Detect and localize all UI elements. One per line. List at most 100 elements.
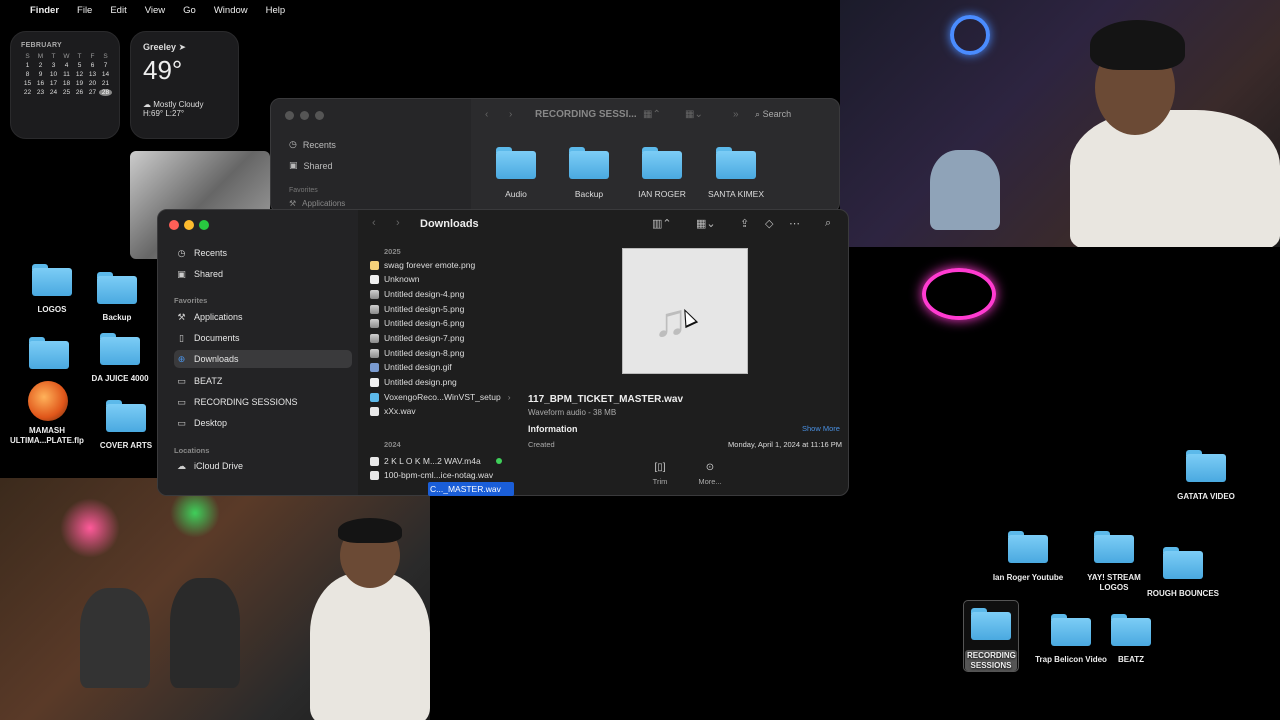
file-row[interactable]: Untitled design.png	[370, 375, 520, 389]
sidebar-item-applications[interactable]: ⚒ Applications	[174, 308, 352, 326]
file-row[interactable]: xXx.wav	[370, 404, 520, 418]
sidebar-item-beatz[interactable]: ▭ BEATZ	[174, 372, 352, 390]
desktop-folder-gatata[interactable]	[1186, 450, 1226, 482]
fl-studio-project-icon[interactable]	[28, 381, 68, 421]
sidebar-item-shared[interactable]: ▣ Shared	[174, 265, 352, 283]
forward-icon[interactable]: ›	[396, 217, 400, 229]
clock-icon: ◷	[177, 247, 186, 258]
desktop-folder-logos[interactable]	[32, 264, 72, 296]
desktop-folder-recording-sessions[interactable]	[971, 608, 1011, 640]
zoom-button[interactable]	[199, 220, 209, 230]
desktop-folder-ian-roger-youtube[interactable]	[1008, 531, 1048, 563]
menu-file[interactable]: File	[77, 5, 92, 16]
file-row[interactable]: 100-bpm-cml...ice-notag.wav	[370, 468, 520, 482]
bg-back-icon[interactable]: ‹	[485, 109, 488, 120]
folder-audio-icon[interactable]	[496, 147, 536, 179]
menu-view[interactable]: View	[145, 5, 165, 16]
bg-zoom-button[interactable]	[315, 111, 324, 120]
sidebar-locations-heading: Locations	[174, 446, 210, 455]
calendar-day: 22	[23, 89, 32, 96]
bg-sidebar-shared[interactable]: ▣ Shared	[289, 160, 333, 171]
bg-sidebar-recents[interactable]: ◷ Recents	[289, 139, 336, 150]
bg-group-icon[interactable]: ▦⌄	[685, 109, 703, 120]
desktop-label-cover-arts: COVER ARTS	[99, 441, 153, 450]
calendar-widget[interactable]: FEBRUARY S M T W T F S 1 2 3 4 5 6 7 8 9 10 11 12 13 14 15 16 1…	[10, 31, 120, 139]
search-icon: ⌕	[755, 109, 761, 119]
bg-sidebar-applications[interactable]: ⚒ Applications	[289, 199, 345, 208]
selected-file-row[interactable]: C..._MASTER.wav	[428, 482, 514, 496]
bg-minimize-button[interactable]	[300, 111, 309, 120]
tag-icon[interactable]: ◇	[765, 217, 773, 230]
weather-widget[interactable]: Greeley ➤ 49° ☁ Mostly Cloudy H:69° L:27…	[130, 31, 239, 139]
sidebar-item-recording-sessions[interactable]: ▭ RECORDING SESSIONS	[174, 393, 352, 411]
file-row[interactable]: Untitled design-5.png	[370, 302, 520, 316]
menu-finder[interactable]: Finder	[30, 5, 59, 16]
bg-forward-icon[interactable]: ›	[509, 109, 512, 120]
background-finder-window[interactable]: ◷ Recents ▣ Shared Favorites ⚒ Applications…	[270, 98, 840, 213]
desktop-folder-cover-arts[interactable]	[106, 400, 146, 432]
bg-search-field[interactable]: ⌕ Search	[755, 109, 791, 120]
desktop-folder-beatz[interactable]	[1111, 614, 1151, 646]
file-row[interactable]: swag forever emote.png	[370, 258, 520, 272]
sidebar-item-desktop[interactable]: ▭ Desktop	[174, 414, 352, 432]
cloud-icon: ☁	[177, 460, 186, 471]
folder-ian-roger-icon[interactable]	[642, 147, 682, 179]
calendar-day: 26	[75, 89, 84, 96]
shared-folder-icon: ▣	[289, 160, 298, 170]
sidebar-item-downloads[interactable]: ⊕ Downloads	[174, 350, 352, 368]
search-icon[interactable]: ⌕	[825, 217, 831, 230]
desktop-folder-yay-stream[interactable]	[1094, 531, 1134, 563]
file-row[interactable]: Untitled design-6.png	[370, 316, 520, 330]
sidebar-item-icloud-drive[interactable]: ☁ iCloud Drive	[174, 457, 352, 475]
menu-edit[interactable]: Edit	[110, 5, 126, 16]
window-title: Downloads	[420, 218, 479, 230]
close-button[interactable]	[169, 220, 179, 230]
more-actions-icon[interactable]: ⋯	[789, 217, 800, 230]
calendar-day: 23	[36, 89, 45, 96]
bg-close-button[interactable]	[285, 111, 294, 120]
image-file-icon	[370, 289, 379, 299]
menu-help[interactable]: Help	[266, 5, 286, 16]
group-icon[interactable]: ▦⌄	[696, 217, 716, 230]
calendar-day: 11	[63, 71, 70, 78]
finder-window-downloads[interactable]: ◷ Recents ▣ Shared Favorites ⚒ Applications…	[157, 209, 849, 496]
sidebar-item-recents[interactable]: ◷ Recents	[174, 244, 352, 262]
file-row[interactable]: 2 K L O K M...2 WAV.m4a	[370, 454, 520, 468]
menu-go[interactable]: Go	[183, 5, 196, 16]
calendar-weekday: T	[51, 53, 56, 60]
preview-file-kind: Waveform audio - 38 MB	[528, 408, 617, 417]
calendar-day: 3	[51, 62, 56, 69]
file-row[interactable]: Untitled design.gif	[370, 360, 520, 374]
desktop-label-beatz: BEATZ	[1117, 655, 1145, 664]
weather-hilo: H:69° L:27°	[143, 109, 185, 118]
file-row[interactable]: Untitled design-8.png	[370, 346, 520, 360]
desktop-folder-rough-bounces[interactable]	[1163, 547, 1203, 579]
more-button[interactable]: ⊙ More...	[690, 462, 730, 486]
image-file-icon	[370, 348, 379, 358]
back-icon[interactable]: ‹	[372, 217, 376, 229]
share-icon[interactable]: ⇪	[740, 217, 749, 230]
file-row[interactable]: VoxengoReco...WinVST_setup ›	[370, 390, 520, 404]
bg-view-icon[interactable]: ▦⌃	[643, 109, 661, 120]
menu-bar: Finder File Edit View Go Window Help	[0, 0, 840, 20]
desktop-folder-trap-belicon[interactable]	[1051, 614, 1091, 646]
desktop-folder-da-juice[interactable]	[100, 333, 140, 365]
view-columns-icon[interactable]: ▥⌃	[652, 217, 672, 230]
file-row[interactable]: Untitled design-4.png	[370, 287, 520, 301]
applications-icon: ⚒	[289, 199, 297, 208]
folder-backup-icon[interactable]	[569, 147, 609, 179]
desktop-label-backup: Backup	[102, 313, 132, 322]
desktop-folder-unnamed[interactable]	[29, 337, 69, 369]
menu-window[interactable]: Window	[214, 5, 248, 16]
desktop-folder-backup[interactable]	[97, 272, 137, 304]
minimize-button[interactable]	[184, 220, 194, 230]
trim-button[interactable]: [▯] Trim	[640, 462, 680, 486]
chevron-right-icon: ›	[507, 392, 511, 402]
file-row[interactable]: Untitled design-7.png	[370, 331, 520, 345]
file-row[interactable]: Unknown	[370, 272, 520, 286]
folder-santa-kimex-icon[interactable]	[716, 147, 756, 179]
show-more-link[interactable]: Show More	[802, 424, 840, 433]
bg-more-icon[interactable]: »	[733, 109, 739, 120]
image-file-icon	[370, 377, 379, 387]
sidebar-item-documents[interactable]: ▯ Documents	[174, 329, 352, 347]
